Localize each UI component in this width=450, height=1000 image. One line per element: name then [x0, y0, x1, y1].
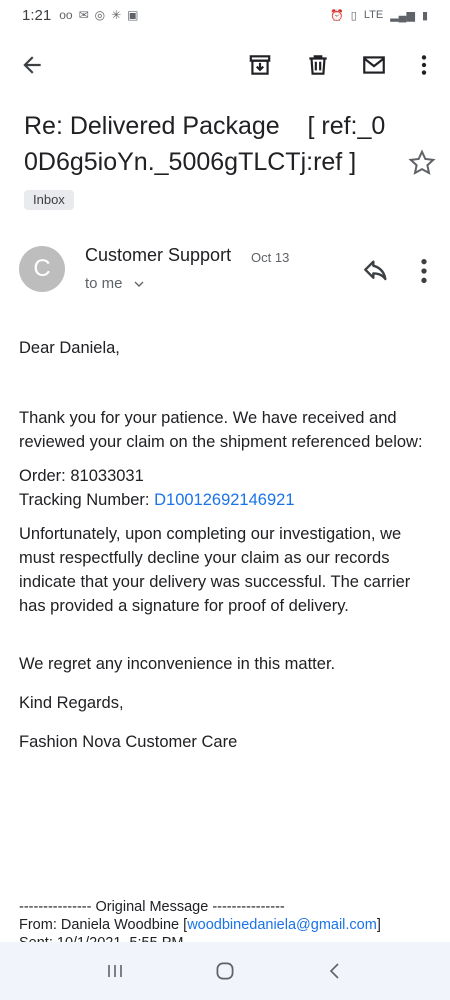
body-paragraph-1: Thank you for your patience. We have rec… — [19, 409, 423, 451]
order-line: Order: 81033031 — [19, 464, 439, 488]
closing: Kind Regards, — [19, 694, 124, 712]
order-number: 81033031 — [70, 467, 144, 485]
more-vert-icon[interactable] — [406, 47, 442, 83]
home-icon[interactable] — [205, 951, 245, 991]
inbox-label-chip[interactable]: Inbox — [24, 190, 74, 210]
from-close: ] — [376, 917, 381, 933]
message-more-icon[interactable] — [408, 255, 440, 287]
walmart-icon: ✳ — [111, 8, 122, 22]
avatar[interactable]: C — [19, 246, 65, 292]
star-icon[interactable] — [407, 148, 437, 178]
signal-icon: ▂▄▆ — [390, 9, 415, 22]
battery-icon: ▮ — [421, 9, 428, 22]
from-label: From: Daniela Woodbine [ — [19, 917, 188, 933]
recent-apps-icon[interactable] — [95, 951, 135, 991]
back-arrow-icon[interactable] — [14, 47, 50, 83]
archive-icon[interactable] — [242, 47, 278, 83]
reply-icon[interactable] — [360, 255, 392, 287]
body-paragraph-3: We regret any inconvenience in this matt… — [19, 655, 336, 673]
email-body: Dear Daniela, Thank you for your patienc… — [19, 336, 439, 754]
original-message: --------------- Original Message -------… — [19, 898, 439, 944]
sender-name: Customer Support — [85, 245, 232, 265]
vibrate-icon: ▯ — [350, 9, 357, 22]
email-date: Oct 13 — [251, 250, 290, 265]
original-from-line: From: Daniela Woodbine [woodbinedaniela@… — [19, 916, 439, 934]
system-nav-bar — [0, 942, 450, 1000]
voicemail-icon: oo — [59, 8, 73, 22]
recipient-label: to me — [85, 275, 123, 292]
order-label: Order: — [19, 467, 66, 485]
instagram-icon: ◎ — [94, 8, 106, 22]
tracking-line: Tracking Number: D10012692146921 — [19, 488, 439, 512]
tracking-number-link[interactable]: D10012692146921 — [154, 491, 294, 509]
lte-icon: LTE — [363, 9, 384, 21]
signature: Fashion Nova Customer Care — [19, 733, 238, 751]
original-message-header: --------------- Original Message -------… — [19, 899, 285, 915]
status-time: 1:21 — [22, 6, 52, 24]
status-bar: 1:21 oo ✉ ◎ ✳ ▣ ⏰ ▯ LTE ▂▄▆ ▮ — [0, 0, 450, 30]
chevron-down-icon — [134, 281, 143, 287]
mail-icon: ✉ — [78, 8, 89, 22]
greeting: Dear Daniela, — [19, 339, 120, 357]
notification-icons: oo ✉ ◎ ✳ ▣ — [59, 8, 138, 22]
alarm-icon: ⏰ — [330, 9, 344, 22]
subject-line-1: Re: Delivered Package [ ref:_0 — [24, 112, 386, 140]
body-paragraph-2: Unfortunately, upon completing our inves… — [19, 525, 411, 615]
app-bar — [0, 40, 450, 90]
tracking-label: Tracking Number: — [19, 491, 150, 509]
delete-icon[interactable] — [300, 47, 336, 83]
subject-line-2: 0D6g5ioYn._5006gTLCTj:ref ] — [24, 148, 357, 176]
system-icons: ⏰ ▯ LTE ▂▄▆ ▮ — [330, 9, 428, 22]
back-nav-icon[interactable] — [315, 951, 355, 991]
recipient-details[interactable]: to me — [85, 275, 147, 292]
from-email-link[interactable]: woodbinedaniela@gmail.com — [187, 917, 377, 933]
image-icon: ▣ — [127, 8, 139, 22]
mark-unread-icon[interactable] — [356, 47, 392, 83]
email-subject: Re: Delivered Package [ ref:_0 0D6g5ioYn… — [24, 108, 394, 180]
